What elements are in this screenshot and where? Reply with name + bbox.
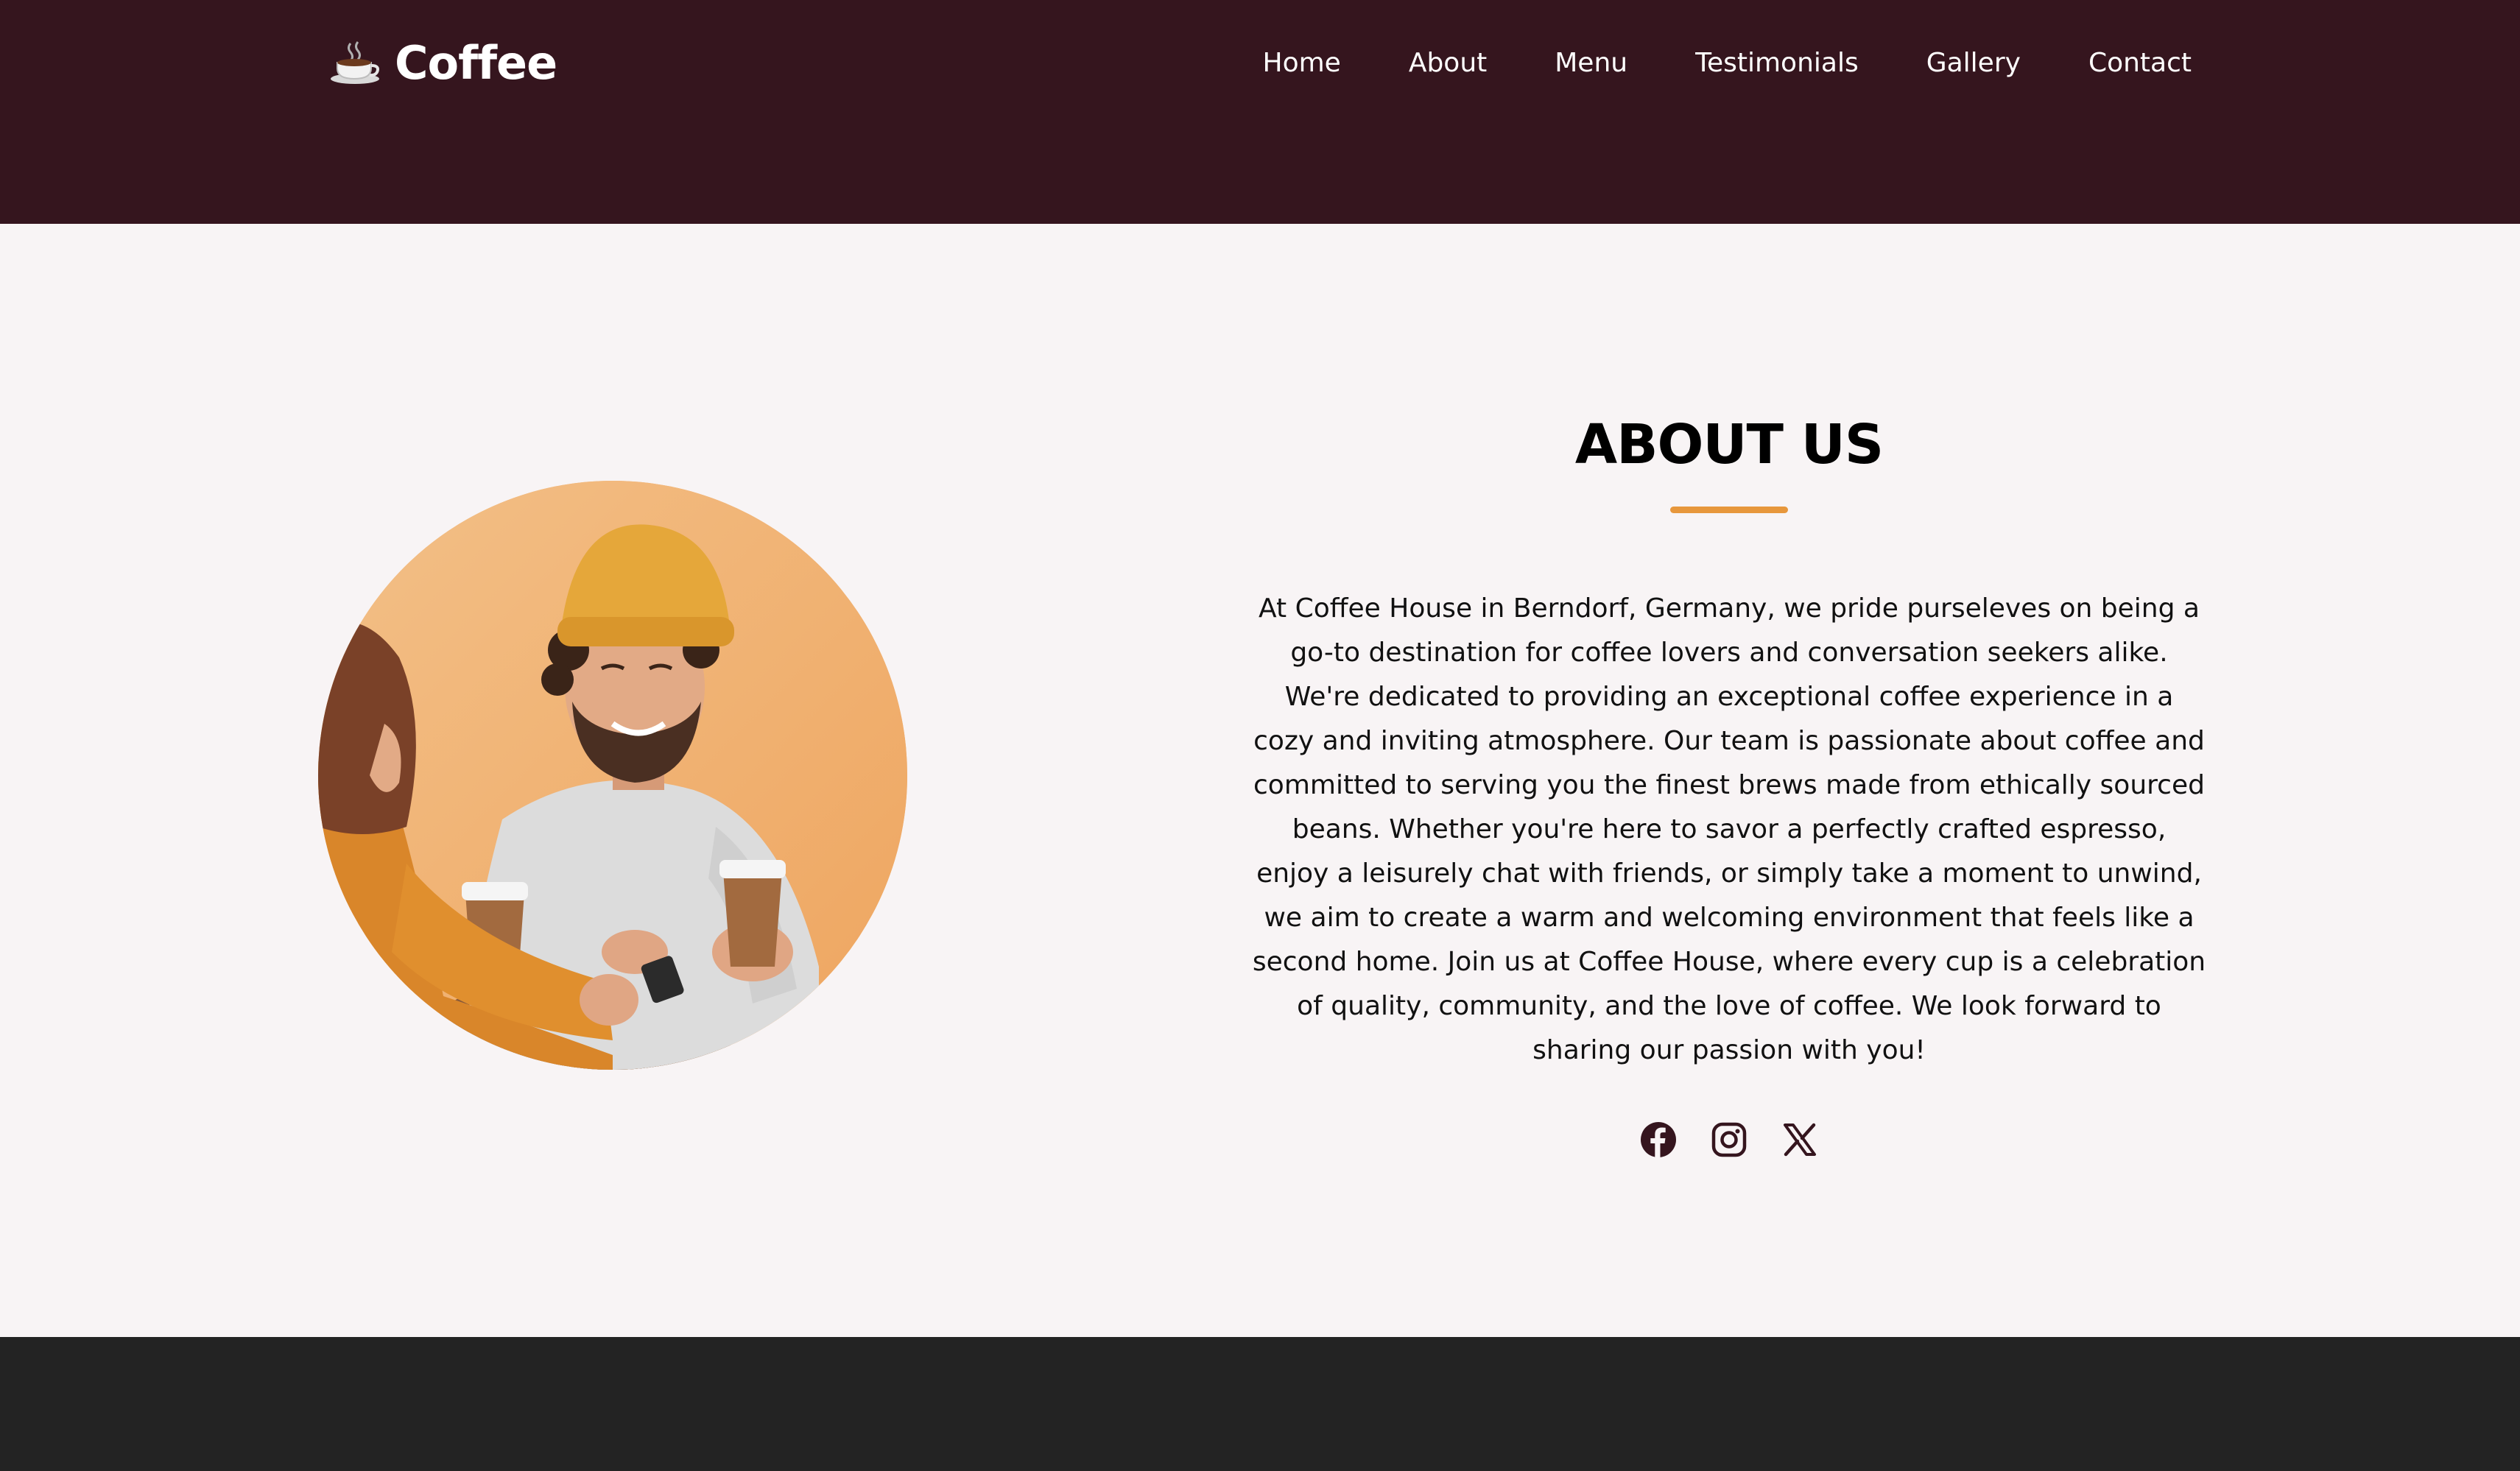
- site-header: Coffee Home About Menu Testimonials Gall…: [0, 0, 2520, 224]
- x-twitter-icon: [1784, 1123, 1816, 1157]
- social-links: [1252, 1121, 2206, 1158]
- main-nav: Home About Menu Testimonials Gallery Con…: [1195, 43, 2192, 84]
- nav-home[interactable]: Home: [1263, 43, 1341, 84]
- instagram-icon: [1711, 1122, 1747, 1157]
- nav-menu[interactable]: Menu: [1555, 43, 1627, 84]
- about-photo: [318, 481, 907, 1070]
- logo[interactable]: Coffee: [328, 29, 557, 96]
- facebook-link[interactable]: [1640, 1121, 1677, 1158]
- x-link[interactable]: [1781, 1121, 1818, 1158]
- nav-about[interactable]: About: [1409, 43, 1487, 84]
- coffee-cup-icon: [331, 41, 379, 84]
- nav-gallery[interactable]: Gallery: [1926, 43, 2021, 84]
- nav-testimonials[interactable]: Testimonials: [1695, 43, 1859, 84]
- about-title: ABOUT US: [1574, 413, 1884, 476]
- about-section: ABOUT US At Coffee House in Berndorf, Ge…: [0, 224, 2520, 1337]
- logo-text: Coffee: [395, 35, 557, 90]
- instagram-link[interactable]: [1711, 1121, 1748, 1158]
- facebook-icon: [1641, 1122, 1676, 1157]
- about-content: ABOUT US At Coffee House in Berndorf, Ge…: [1252, 401, 2206, 1158]
- site-footer: [0, 1337, 2520, 1471]
- nav-contact[interactable]: Contact: [2088, 43, 2192, 84]
- title-underline: [1670, 507, 1788, 513]
- about-paragraph: At Coffee House in Berndorf, Germany, we…: [1252, 593, 2206, 1065]
